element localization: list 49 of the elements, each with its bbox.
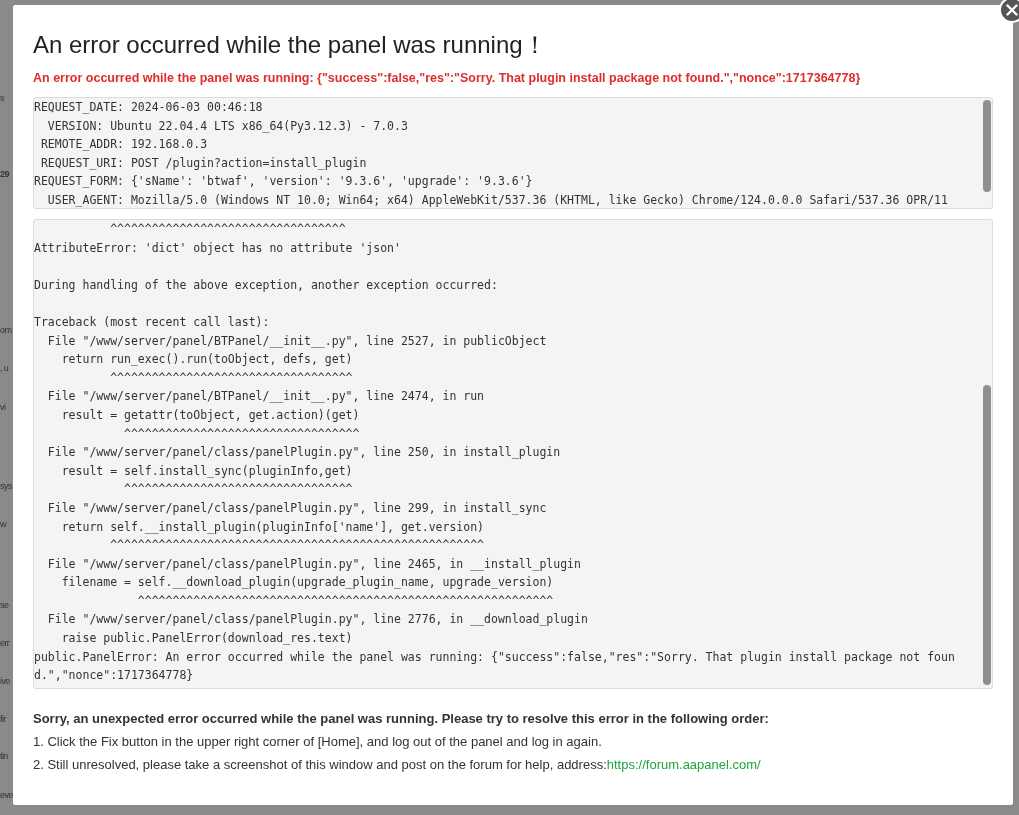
traceback-line: File "/www/server/panel/class/panelPlugin.py", line 2776, in __download_plugin	[46, 611, 589, 629]
background-text: 29	[0, 168, 10, 180]
traceback-line: File "/www/server/panel/BTPanel/__init__.py", line 2527, in publicObject	[46, 332, 548, 350]
background-text: vi	[0, 401, 7, 413]
request-info-line: USER_AGENT: Mozilla/5.0 (Windows NT 10.0; Win64; x64) AppleWebKit/537.36 (KHTML, like Gecko) Chrome/124.0.0.0 Safari/537.36 OPR/11	[46, 191, 949, 208]
help-step: 2. Still unresolved, please take a screenshot of this window and post on the forum for help, address:https://forum.aapanel.com/	[33, 753, 993, 776]
help-step: 1. Click the Fix button in the upper right corner of [Home], and log out of the panel and log in again.	[33, 730, 993, 753]
scrollbar-thumb[interactable]	[983, 385, 991, 685]
request-info-line: REQUEST_FORM: {'sName': 'btwaf', 'version': '9.3.6', 'upgrade': '9.3.6'}	[34, 173, 534, 191]
request-info-line: REQUEST_URI: POST /plugin?action=install_plugin	[39, 154, 368, 172]
traceback-line: File "/www/server/panel/class/panelPlugin.py", line 299, in install_sync	[46, 499, 548, 517]
dialog-title: An error occurred while the panel was running！	[33, 30, 548, 60]
request-info-line: REQUEST_DATE: 2024-06-03 00:46:18	[34, 99, 264, 116]
error-message: An error occurred while the panel was running: {"success":false,"res":"Sorry. That plugin install package not found.","nonce":1717364778}	[33, 71, 862, 85]
background-text: w	[0, 518, 8, 530]
traceback-line: raise public.PanelError(download_res.text)	[60, 630, 354, 648]
traceback-line: ^^^^^^^^^^^^^^^^^^^^^^^^^^^^^^^^^^^	[109, 369, 354, 387]
background-text: ive	[0, 675, 11, 687]
traceback-line: ^^^^^^^^^^^^^^^^^^^^^^^^^^^^^^^^^^^^^^^^^^^^^^^^^^^^^^	[109, 537, 486, 555]
request-info-line: VERSION: Ubuntu 22.04.4 LTS x86_64(Py3.12.3) - 7.0.3	[46, 117, 409, 135]
background-text: fir	[0, 713, 7, 725]
traceback-line: File "/www/server/panel/BTPanel/__init__.py", line 2474, in run	[46, 388, 486, 406]
traceback-line: File "/www/server/panel/class/panelPlugin.py", line 2465, in __install_plugin	[46, 555, 582, 573]
background-text: se	[0, 599, 10, 611]
traceback-line: public.PanelError: An error occurred while the panel was running: {"success":false,"res":"Sorry. That plugin install package not found.","nonce":1717364778}	[34, 648, 956, 685]
scrollbar-thumb[interactable]	[983, 100, 991, 192]
forum-link[interactable]: https://forum.aapanel.com/	[606, 757, 761, 772]
traceback-line: AttributeError: 'dict' object has no attribute 'json'	[34, 239, 402, 257]
background-text: om	[0, 324, 13, 336]
traceback-line: Traceback (most recent call last):	[34, 313, 271, 331]
traceback-line: ^^^^^^^^^^^^^^^^^^^^^^^^^^^^^^^^^^^^^^^^^^^^^^^^^^^^^^^^^^^^	[136, 592, 555, 610]
request-info-line: REMOTE_ADDR: 192.168.0.3	[39, 136, 209, 154]
background-text: tin	[0, 750, 9, 762]
background-text: eve	[0, 789, 13, 801]
background-text: sys	[0, 480, 13, 492]
traceback-line: ^^^^^^^^^^^^^^^^^^^^^^^^^^^^^^^^^^	[123, 425, 361, 443]
traceback-line: ^^^^^^^^^^^^^^^^^^^^^^^^^^^^^^^^^^	[109, 221, 347, 238]
background-text: , u	[0, 362, 10, 374]
traceback-line: filename = self.__download_plugin(upgrade_plugin_name, upgrade_version)	[60, 574, 555, 592]
background-text: err	[0, 637, 11, 649]
traceback-line: result = getattr(toObject, get.action)(get)	[60, 406, 361, 424]
traceback-line: return run_exec().run(toObject, defs, get)	[60, 351, 354, 369]
traceback-line: result = self.install_sync(pluginInfo,get)	[60, 462, 354, 480]
background-text: s	[0, 92, 5, 104]
traceback-line: File "/www/server/panel/class/panelPlugin.py", line 250, in install_plugin	[46, 444, 562, 462]
traceback-line: ^^^^^^^^^^^^^^^^^^^^^^^^^^^^^^^^^	[123, 481, 354, 499]
traceback-line: During handling of the above exception, another exception occurred:	[34, 276, 499, 294]
traceback-line: return self.__install_plugin(pluginInfo['name'], get.version)	[60, 518, 486, 536]
help-heading: Sorry, an unexpected error occurred while the panel was running. Please try to resolve this error in the following order:	[33, 710, 770, 728]
